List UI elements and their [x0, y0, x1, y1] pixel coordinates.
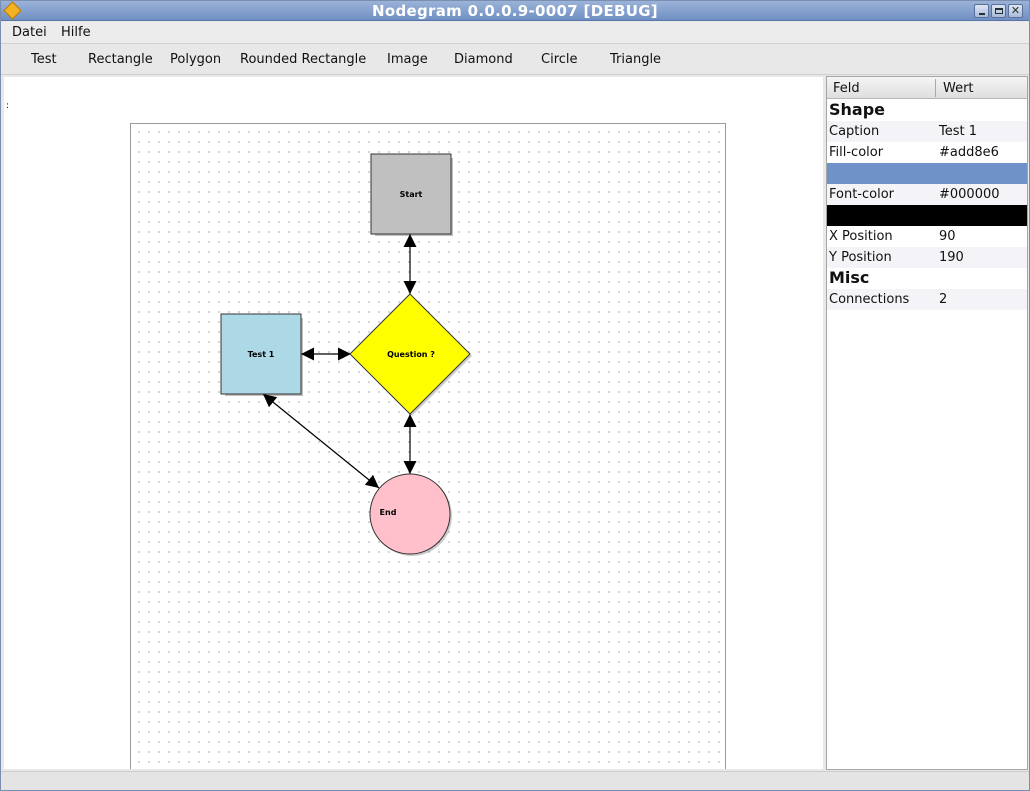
property-label: X Position [829, 229, 893, 244]
property-label: Font-color [829, 187, 895, 202]
property-row-y-position[interactable]: Y Position 190 [827, 247, 1027, 268]
property-value: 2 [939, 292, 948, 307]
canvas-marker: : [6, 101, 10, 111]
node-question[interactable]: Question ? [349, 293, 472, 416]
node-start[interactable]: Start [370, 153, 453, 236]
tool-rounded-rectangle-button[interactable]: Rounded Rectangle [240, 52, 366, 67]
section-shape: Shape [829, 100, 886, 119]
tool-polygon-button[interactable]: Polygon [170, 52, 221, 67]
node-test1[interactable]: Test 1 [220, 313, 303, 396]
tool-image-button[interactable]: Image [387, 52, 428, 67]
property-row-fill-color[interactable]: Fill-color #add8e6 [827, 142, 1027, 163]
property-row-connections[interactable]: Connections 2 [827, 289, 1027, 310]
property-row-font-color[interactable]: Font-color #000000 [827, 184, 1027, 205]
column-divider[interactable] [935, 79, 936, 97]
column-header-value[interactable]: Wert [943, 81, 974, 96]
window-title: Nodegram 0.0.0.9-0007 [DEBUG] [372, 2, 658, 20]
property-panel: Feld Wert Shape Caption Test 1 Fill-colo… [826, 76, 1028, 770]
edge-test1-end[interactable] [262, 393, 380, 489]
shape-toolbar: Test Rectangle Polygon Rounded Rectangle… [1, 45, 1029, 75]
minimize-button[interactable] [974, 4, 989, 18]
maximize-icon [995, 8, 1003, 14]
diagram-svg: Start Test 1 Question ? End [220, 153, 472, 556]
node-end-caption: End [380, 508, 397, 517]
tool-test-button[interactable]: Test [31, 52, 57, 67]
property-value[interactable]: #add8e6 [939, 145, 999, 160]
menu-bar: Datei Hilfe [1, 22, 1029, 44]
property-value[interactable]: 90 [939, 229, 956, 244]
diagram-page[interactable]: Start Test 1 Question ? End [130, 123, 726, 769]
title-bar[interactable]: Nodegram 0.0.0.9-0007 [DEBUG] ✕ [1, 1, 1029, 21]
property-label: Fill-color [829, 145, 884, 160]
property-value[interactable]: Test 1 [939, 124, 977, 139]
close-button[interactable]: ✕ [1008, 4, 1023, 18]
property-label: Y Position [829, 250, 892, 265]
node-start-caption: Start [400, 190, 423, 199]
property-label: Caption [829, 124, 880, 139]
column-header-field[interactable]: Feld [833, 81, 860, 96]
node-question-caption: Question ? [387, 350, 435, 359]
menu-datei[interactable]: Datei [12, 25, 47, 40]
menu-hilfe[interactable]: Hilfe [61, 25, 91, 40]
tool-triangle-button[interactable]: Triangle [610, 52, 661, 67]
status-bar [1, 771, 1029, 790]
property-table-header: Feld Wert [827, 77, 1027, 99]
tool-circle-button[interactable]: Circle [541, 52, 578, 67]
property-row-caption[interactable]: Caption Test 1 [827, 121, 1027, 142]
property-value[interactable]: 190 [939, 250, 964, 265]
maximize-button[interactable] [991, 4, 1006, 18]
minimize-icon [979, 13, 985, 15]
tool-diamond-button[interactable]: Diamond [454, 52, 513, 67]
property-label: Connections [829, 292, 910, 307]
node-test1-caption: Test 1 [248, 350, 275, 359]
node-end[interactable]: End [369, 473, 452, 556]
close-icon: ✕ [1010, 4, 1021, 17]
section-misc: Misc [829, 268, 870, 287]
canvas-area[interactable]: : Start Test 1 Question ? End [4, 77, 823, 769]
property-row-x-position[interactable]: X Position 90 [827, 226, 1027, 247]
fill-color-swatch[interactable] [827, 163, 1027, 184]
tool-rectangle-button[interactable]: Rectangle [88, 52, 153, 67]
font-color-swatch[interactable] [827, 205, 1027, 226]
app-window: Nodegram 0.0.0.9-0007 [DEBUG] ✕ Datei Hi… [0, 0, 1030, 791]
property-value[interactable]: #000000 [939, 187, 1000, 202]
